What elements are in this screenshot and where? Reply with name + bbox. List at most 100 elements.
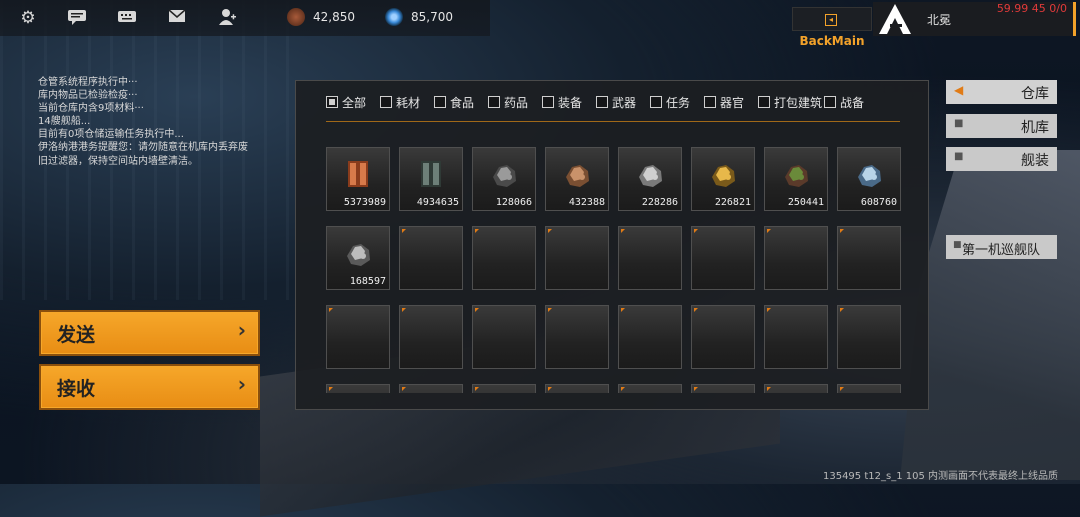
tab-outfitting[interactable]: ■ 舰装 — [946, 147, 1057, 171]
slot-corner-marker — [548, 229, 552, 233]
checkbox-icon — [758, 96, 770, 108]
empty-slot[interactable] — [399, 305, 463, 369]
tab-label: 仓库 — [1021, 86, 1049, 102]
filter-divider — [326, 121, 900, 122]
send-button[interactable]: 发送 › — [39, 310, 260, 356]
bullet-icon: ■ — [954, 151, 964, 162]
fleet-label: 第一机巡舰队 — [962, 243, 1041, 258]
inventory-slot[interactable]: 432388 — [545, 147, 609, 211]
tab-hangar[interactable]: ■ 机库 — [946, 114, 1057, 138]
inventory-slot[interactable]: 168597 — [326, 226, 390, 290]
empty-slot[interactable] — [326, 305, 390, 369]
checkbox-icon — [326, 96, 338, 108]
slot-corner-marker — [402, 229, 406, 233]
inventory-slot[interactable]: 250441 — [764, 147, 828, 211]
receive-button[interactable]: 接收 › — [39, 364, 260, 410]
empty-slot[interactable] — [764, 226, 828, 290]
empty-slot[interactable] — [326, 384, 390, 393]
mail-icon[interactable] — [166, 8, 188, 28]
empty-slot[interactable] — [472, 226, 536, 290]
caret-left-icon: ◀ — [954, 83, 964, 97]
warehouse-log: 仓管系统程序执行中··· 库内物品已检验检疫··· 当前仓库内含9项材料··· … — [38, 76, 288, 168]
filter-all[interactable]: 全部 — [326, 94, 366, 112]
bullet-icon: ■ — [953, 240, 962, 250]
back-main-label: BackMain — [799, 34, 865, 48]
friends-icon[interactable] — [216, 8, 238, 28]
slot-corner-marker — [402, 387, 406, 391]
silicon-ore-icon — [635, 157, 665, 189]
filter-medicine[interactable]: 药品 — [488, 94, 528, 112]
empty-slot[interactable] — [618, 384, 682, 393]
empty-slot[interactable] — [618, 305, 682, 369]
filter-equipment[interactable]: 装备 — [542, 94, 582, 112]
keyboard-icon[interactable] — [116, 8, 138, 28]
inventory-slot[interactable]: 608760 — [837, 147, 901, 211]
empty-slot[interactable] — [545, 305, 609, 369]
player-panel[interactable]: 北冕 59.99 45 0/0 — [873, 2, 1076, 36]
empty-slot[interactable] — [545, 384, 609, 393]
alloy-ingot-icon — [416, 157, 446, 189]
filter-food[interactable]: 食品 — [434, 94, 474, 112]
gear-icon[interactable]: ⚙ — [17, 8, 39, 28]
item-quantity: 4934635 — [416, 197, 459, 208]
slot-corner-marker — [840, 229, 844, 233]
inventory-slot[interactable]: 226821 — [691, 147, 755, 211]
inventory-slot[interactable]: 5373989 — [326, 147, 390, 211]
filter-label: 武器 — [612, 96, 637, 110]
titanium-ore-icon — [343, 236, 373, 268]
item-quantity: 5373989 — [343, 197, 386, 208]
faction-logo-icon — [877, 2, 913, 36]
slot-corner-marker — [767, 308, 771, 312]
filter-weapons[interactable]: 武器 — [596, 94, 636, 112]
copper-ore-icon — [562, 157, 592, 189]
empty-slot[interactable] — [545, 226, 609, 290]
slot-corner-marker — [840, 387, 844, 391]
empty-slot[interactable] — [764, 384, 828, 393]
empty-slot[interactable] — [691, 305, 755, 369]
empty-slot[interactable] — [691, 226, 755, 290]
slot-corner-marker — [621, 229, 625, 233]
empty-slot[interactable] — [691, 384, 755, 393]
back-main-button[interactable]: ◂ BackMain — [792, 7, 872, 48]
filter-label: 器官 — [720, 96, 745, 110]
empty-slot[interactable] — [399, 384, 463, 393]
filter-label: 食品 — [450, 96, 475, 110]
empty-slot[interactable] — [399, 226, 463, 290]
chat-icon[interactable] — [66, 8, 88, 28]
empty-slot[interactable] — [764, 305, 828, 369]
inventory-slot[interactable]: 228286 — [618, 147, 682, 211]
inventory-grid: 5373989 4934635 128066 432388 228286 226821 25… — [326, 147, 906, 393]
empty-slot[interactable] — [837, 384, 901, 393]
empty-slot[interactable] — [618, 226, 682, 290]
slot-corner-marker — [694, 229, 698, 233]
crystal-icon — [385, 8, 403, 26]
slot-corner-marker — [329, 387, 333, 391]
player-name: 北冕 — [927, 13, 952, 27]
top-bar: ⚙ 42,850 85,700 — [0, 0, 490, 36]
empty-slot[interactable] — [472, 305, 536, 369]
filter-missions[interactable]: 任务 — [650, 94, 690, 112]
empty-slot[interactable] — [472, 384, 536, 393]
inventory-slot[interactable]: 128066 — [472, 147, 536, 211]
empty-slot[interactable] — [837, 226, 901, 290]
fleet-button[interactable]: ■ 第一机巡舰队 — [946, 235, 1057, 259]
checkbox-icon — [542, 96, 554, 108]
log-line: 当前仓库内含9项材料··· — [38, 103, 144, 115]
filter-consumables[interactable]: 耗材 — [380, 94, 420, 112]
checkbox-icon — [488, 96, 500, 108]
checkbox-icon — [650, 96, 662, 108]
empty-slot[interactable] — [837, 305, 901, 369]
item-quantity: 168597 — [349, 276, 386, 287]
filter-war-supplies[interactable]: 战备 — [824, 94, 864, 112]
log-line: 伊洛纳港港务提醒您：请勿随意在机库内丢弃废 — [38, 142, 248, 154]
filter-label: 装备 — [558, 96, 583, 110]
ice-crystal-icon — [854, 157, 884, 189]
warehouse-panel: 全部 耗材 食品 药品 装备 武器 任务 器官 打包建筑 战备 5373989 4… — [295, 80, 929, 410]
filter-label: 全部 — [342, 96, 367, 110]
inventory-slot[interactable]: 4934635 — [399, 147, 463, 211]
filter-packed-buildings[interactable]: 打包建筑 — [758, 94, 822, 112]
credits-icon — [287, 8, 305, 26]
filter-organs[interactable]: 器官 — [704, 94, 744, 112]
tab-warehouse[interactable]: ◀ 仓库 — [946, 80, 1057, 104]
checkbox-icon — [704, 96, 716, 108]
